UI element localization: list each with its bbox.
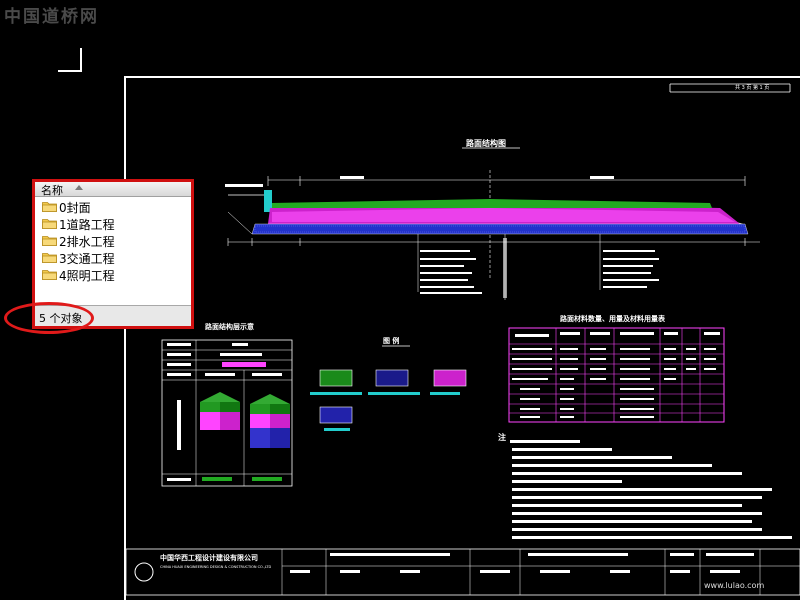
page-marker: 共 3 页 第 1 页 [735, 85, 770, 91]
folder-item-cover[interactable]: 0封面 [35, 198, 191, 215]
folder-item-drainage[interactable]: 2排水工程 [35, 232, 191, 249]
sort-ascending-icon [75, 185, 83, 190]
folder-icon [42, 202, 57, 212]
company-name: 中国华西工程设计建设有限公司 [160, 554, 258, 562]
folder-item-lighting[interactable]: 4照明工程 [35, 266, 191, 283]
site-watermark-bottom: www.lulao.com [704, 581, 765, 590]
folder-icon [42, 219, 57, 229]
folder-item-road[interactable]: 1道路工程 [35, 215, 191, 232]
column-header-name[interactable]: 名称 [35, 182, 191, 197]
highlight-circle [4, 302, 94, 334]
folder-label: 3交通工程 [59, 252, 115, 266]
notes-marker: 注 [498, 433, 506, 442]
folder-label: 1道路工程 [59, 218, 115, 232]
company-name-en: CHINA HUAXI ENGINEERING DESIGN & CONSTRU… [160, 565, 272, 569]
folder-icon [42, 253, 57, 263]
folder-icon [42, 270, 57, 280]
materials-table-title: 路面材料数量、用量及材料用量表 [560, 315, 665, 323]
folder-icon [42, 236, 57, 246]
folder-item-traffic[interactable]: 3交通工程 [35, 249, 191, 266]
folder-label: 4照明工程 [59, 269, 115, 283]
legend-title: 图 例 [383, 337, 400, 345]
section-title: 路面结构图 [466, 139, 506, 148]
column-header-label: 名称 [41, 184, 63, 197]
structure-table-title: 路面结构层示意 [205, 323, 254, 331]
folder-label: 2排水工程 [59, 235, 115, 249]
folder-list: 0封面 1道路工程 2排水工程 3交通工程 4照明工程 [35, 198, 191, 283]
folder-label: 0封面 [59, 201, 91, 215]
